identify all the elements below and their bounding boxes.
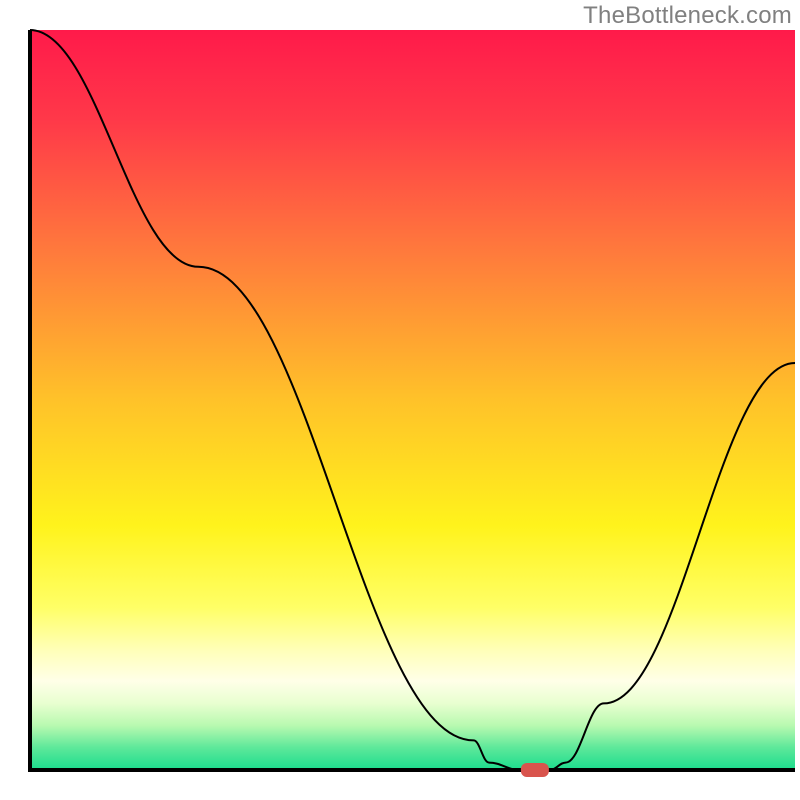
chart-container: TheBottleneck.com [0,0,800,800]
bottleneck-chart [0,0,800,800]
optimal-marker [521,763,549,777]
gradient-fill-area [30,30,795,770]
watermark-text: TheBottleneck.com [583,2,792,30]
